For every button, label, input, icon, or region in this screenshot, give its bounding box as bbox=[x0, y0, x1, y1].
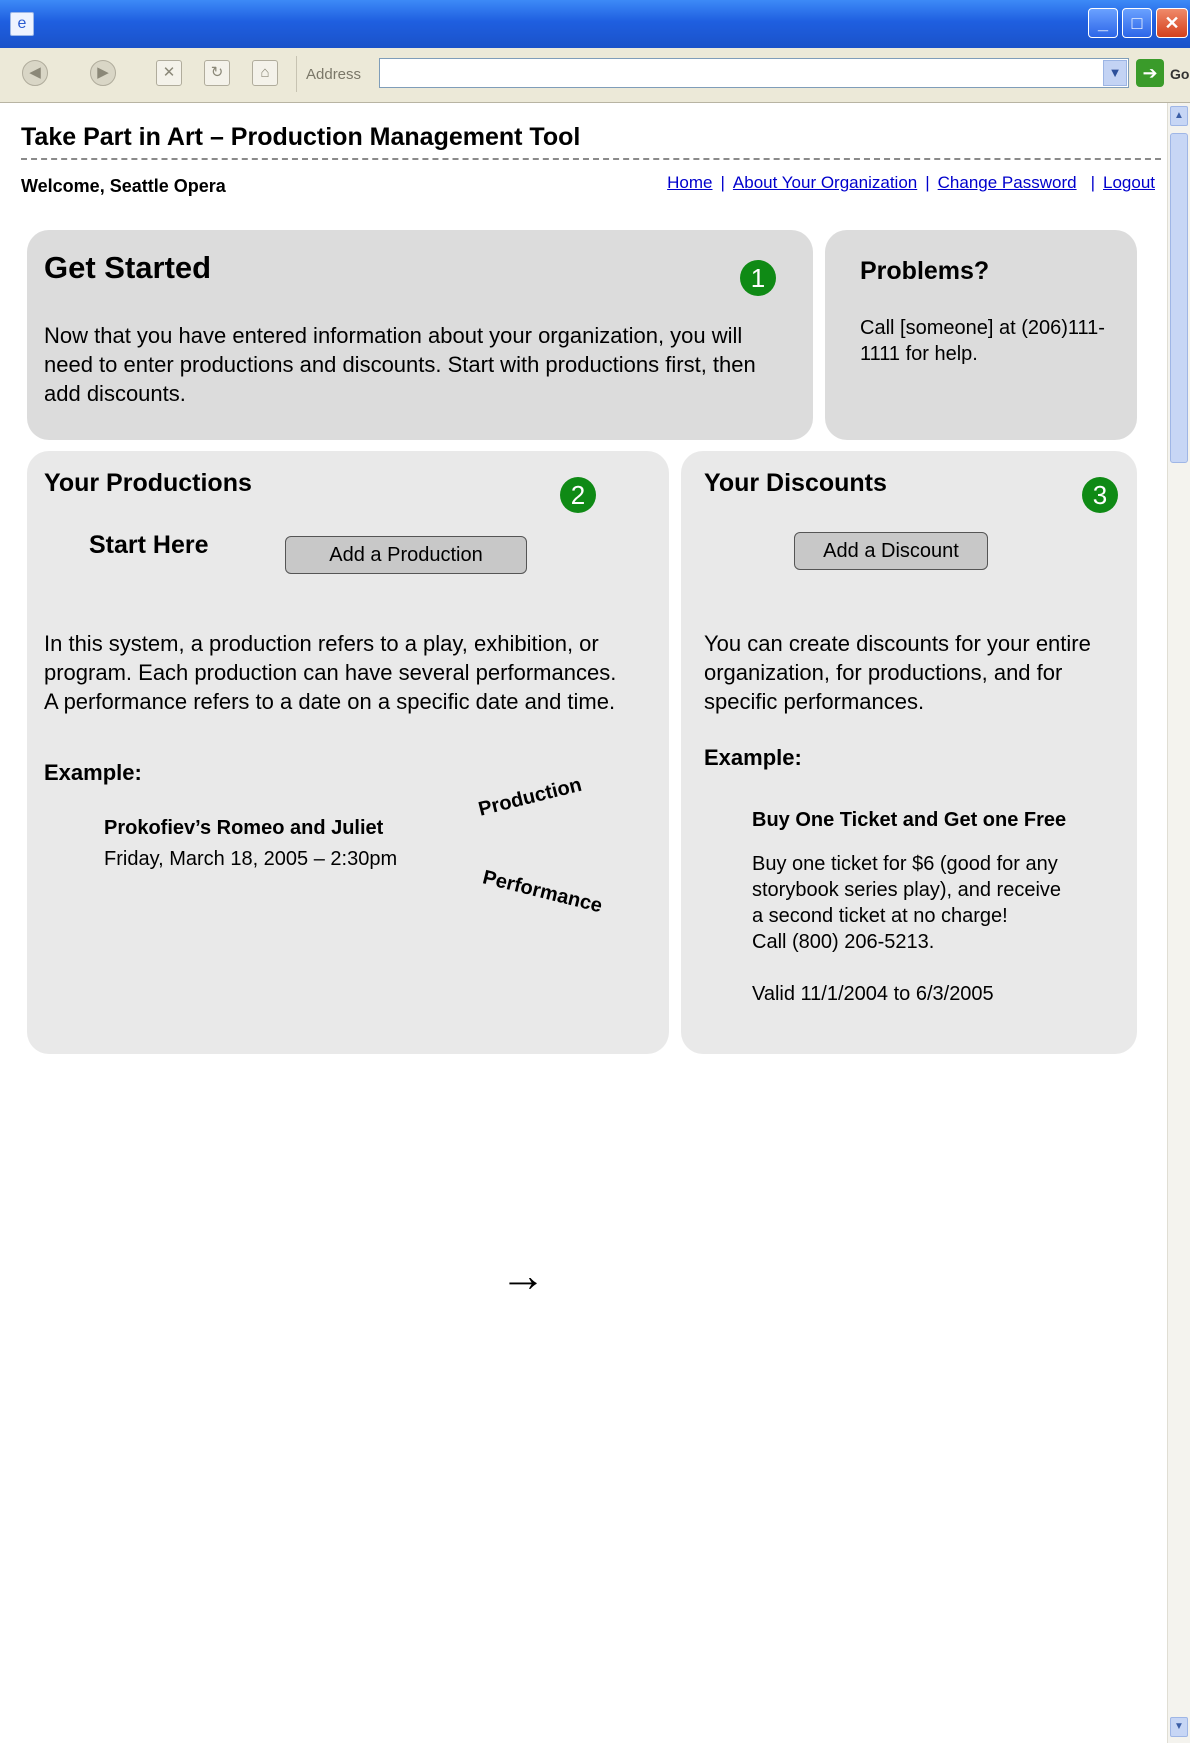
browser-toolbar: ◀ ▶ ✕ ↻ ⌂ Address ▼ ➔ Go bbox=[0, 48, 1190, 103]
example-discount-line-3: a second ticket at no charge! bbox=[752, 905, 1008, 927]
page-title: Take Part in Art – Production Management… bbox=[21, 123, 581, 151]
nav-about-link[interactable]: About Your Organization bbox=[733, 173, 917, 192]
go-label[interactable]: Go bbox=[1170, 66, 1189, 82]
productions-example-label: Example: bbox=[44, 760, 142, 785]
example-discount-line-1: Buy one ticket for $6 (good for any bbox=[752, 853, 1058, 875]
ie-app-icon: e bbox=[10, 12, 34, 36]
address-input[interactable] bbox=[379, 58, 1129, 88]
go-arrow-icon[interactable]: ➔ bbox=[1136, 59, 1164, 87]
scroll-down-icon[interactable]: ▼ bbox=[1170, 1717, 1188, 1737]
nav-home-link[interactable]: Home bbox=[667, 173, 712, 192]
discounts-text: You can create discounts for your entire… bbox=[704, 631, 1091, 714]
page-content: Take Part in Art – Production Management… bbox=[0, 103, 1167, 1743]
nav-separator: | bbox=[1090, 173, 1095, 192]
get-started-heading: Get Started bbox=[44, 250, 212, 285]
step-2-badge: 2 bbox=[560, 477, 596, 513]
get-started-panel: Get Started 1 Now that you have entered … bbox=[27, 230, 813, 440]
add-production-button[interactable]: Add a Production bbox=[285, 536, 527, 574]
productions-text: In this system, a production refers to a… bbox=[44, 631, 617, 714]
production-tag: Production bbox=[476, 773, 584, 821]
browser-window: e _ □ ✕ ◀ ▶ ✕ ↻ ⌂ Address ▼ ➔ Go Take Pa… bbox=[0, 0, 1190, 1743]
title-divider bbox=[21, 158, 1161, 160]
problems-panel: Problems? Call [someone] at (206)111-111… bbox=[825, 230, 1137, 440]
step-1-badge: 1 bbox=[740, 260, 776, 296]
home-icon[interactable]: ⌂ bbox=[252, 60, 278, 86]
address-dropdown-icon[interactable]: ▼ bbox=[1103, 60, 1127, 86]
step-3-badge: 3 bbox=[1082, 477, 1118, 513]
discounts-panel: Your Discounts 3 Add a Discount You can … bbox=[681, 451, 1137, 1054]
productions-panel: Your Productions 2 Start Here Add a Prod… bbox=[27, 451, 669, 1054]
nav-separator: | bbox=[925, 173, 930, 192]
maximize-button[interactable]: □ bbox=[1122, 8, 1152, 38]
get-started-text: Now that you have entered information ab… bbox=[44, 323, 756, 406]
discounts-heading: Your Discounts bbox=[704, 469, 887, 497]
nav-logout-link[interactable]: Logout bbox=[1103, 173, 1155, 192]
example-discount-valid: Valid 11/1/2004 to 6/3/2005 bbox=[752, 983, 994, 1005]
close-button[interactable]: ✕ bbox=[1156, 8, 1188, 38]
forward-icon[interactable]: ▶ bbox=[90, 60, 116, 86]
example-performance-date: Friday, March 18, 2005 – 2:30pm bbox=[104, 848, 398, 870]
performance-tag: Performance bbox=[480, 866, 605, 918]
nav-separator: | bbox=[720, 173, 725, 192]
nav-change-password-link[interactable]: Change Password bbox=[938, 173, 1077, 192]
refresh-icon[interactable]: ↻ bbox=[204, 60, 230, 86]
example-production-title: Prokofiev’s Romeo and Juliet bbox=[104, 817, 384, 839]
discounts-example-label: Example: bbox=[704, 745, 802, 770]
stop-icon[interactable]: ✕ bbox=[156, 60, 182, 86]
example-discount-title: Buy One Ticket and Get one Free bbox=[752, 809, 1067, 831]
problems-text: Call [someone] at (206)111-1111 for help… bbox=[860, 317, 1105, 365]
start-here-label: Start Here bbox=[89, 531, 209, 559]
vertical-scrollbar[interactable]: ▲ ▼ bbox=[1167, 103, 1190, 1743]
address-label: Address bbox=[306, 66, 362, 83]
productions-heading: Your Productions bbox=[44, 469, 252, 497]
toolbar-separator bbox=[296, 56, 297, 92]
arrow-right-icon: → bbox=[500, 1249, 546, 1301]
scroll-up-icon[interactable]: ▲ bbox=[1170, 106, 1188, 126]
problems-heading: Problems? bbox=[860, 257, 990, 285]
add-discount-button[interactable]: Add a Discount bbox=[794, 532, 988, 570]
back-icon[interactable]: ◀ bbox=[22, 60, 48, 86]
welcome-text: Welcome, Seattle Opera bbox=[21, 176, 226, 196]
scrollbar-thumb[interactable] bbox=[1170, 133, 1188, 463]
minimize-button[interactable]: _ bbox=[1088, 8, 1118, 38]
example-discount-line-4: Call (800) 206-5213. bbox=[752, 931, 935, 953]
example-discount-line-2: storybook series play), and receive bbox=[752, 879, 1062, 901]
title-bar: e _ □ ✕ bbox=[0, 0, 1190, 48]
top-nav: Home | About Your Organization | Change Pass… bbox=[667, 173, 1155, 193]
